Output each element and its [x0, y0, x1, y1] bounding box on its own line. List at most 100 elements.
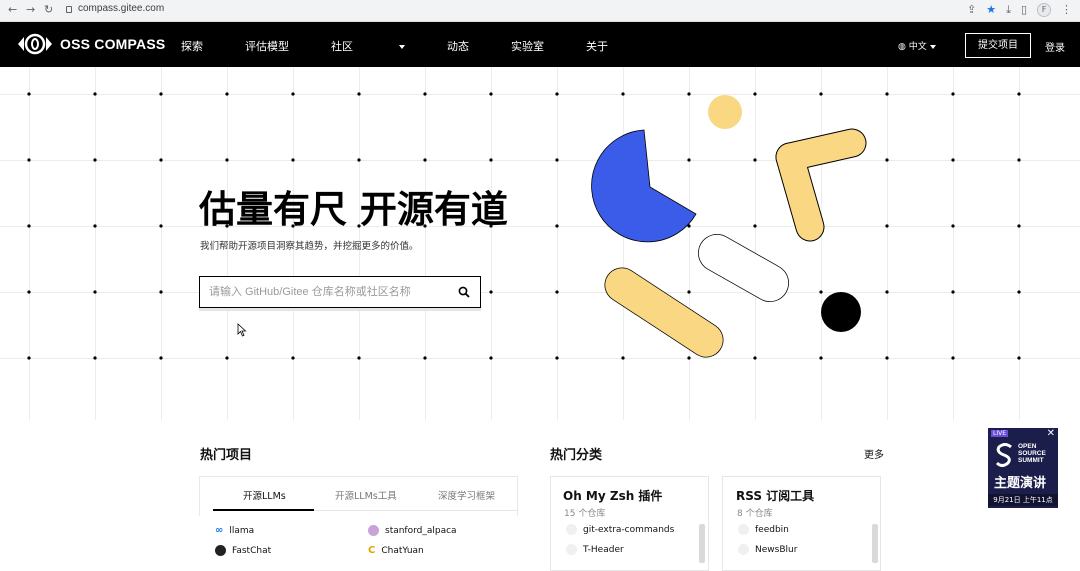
tab-open-llms[interactable]: 开源LLMs — [243, 488, 286, 502]
grid-dot — [489, 158, 493, 162]
grid-dot — [555, 158, 559, 162]
black-circle — [821, 292, 861, 332]
live-badge: LIVE — [991, 430, 1009, 437]
grid-dot — [93, 92, 97, 96]
hot-projects-title: 热门项目 — [200, 448, 253, 463]
category-item-name: git-extra-commands — [583, 524, 675, 535]
forward-icon[interactable]: → — [26, 3, 35, 16]
grid-dot — [93, 290, 97, 294]
grid-dot — [951, 356, 955, 360]
sidepanel-icon[interactable]: ▯ — [1021, 3, 1027, 17]
yellow-chevron — [775, 128, 867, 242]
grid-dot — [555, 356, 559, 360]
chatyuan-icon: C — [368, 545, 376, 556]
grid-dot — [27, 356, 31, 360]
category-title: Oh My Zsh 插件 — [563, 489, 663, 503]
tab-deep-learning[interactable]: 深度学习框架 — [438, 488, 495, 502]
repo-icon — [738, 524, 749, 535]
grid-dot — [225, 356, 229, 360]
repo-icon — [566, 524, 577, 535]
project-item[interactable]: FastChat — [215, 545, 271, 556]
blue-pacman-shape — [591, 129, 697, 243]
grid-dot — [951, 92, 955, 96]
grid-dot — [225, 158, 229, 162]
globe-icon: ◍ — [898, 42, 906, 52]
grid-dot — [159, 356, 163, 360]
category-scrollbar[interactable] — [699, 524, 705, 563]
search-box — [199, 276, 481, 308]
chevron-down-icon — [929, 44, 936, 49]
nav-community[interactable]: 社区 — [331, 38, 405, 54]
bookmark-star-icon[interactable]: ★ — [986, 3, 996, 17]
grid-dot — [423, 356, 427, 360]
yellow-small-circle — [708, 95, 742, 129]
grid-dot — [27, 158, 31, 162]
download-icon[interactable]: ⤓ — [1006, 3, 1011, 17]
grid-dot — [423, 158, 427, 162]
hero-subtitle: 我们帮助开源项目洞察其趋势，并挖掘更多的价值。 — [200, 241, 419, 252]
ad-date: 9月21日 上午11点 — [988, 494, 1058, 506]
grid-dot — [489, 92, 493, 96]
submit-project-button[interactable]: 提交项目 — [965, 33, 1031, 58]
login-link[interactable]: 登录 — [1045, 39, 1065, 54]
category-count: 15 个仓库 — [564, 509, 606, 519]
reload-icon[interactable]: ↻ — [44, 3, 53, 16]
menu-icon[interactable]: ⋮ — [1061, 3, 1072, 17]
nav-model[interactable]: 评估模型 — [245, 38, 289, 54]
close-icon[interactable]: ✕ — [1047, 428, 1055, 439]
grid-dots — [27, 92, 1021, 360]
address-bar[interactable]: compass.gitee.com — [78, 3, 164, 14]
grid-dot — [93, 224, 97, 228]
more-link[interactable]: 更多 — [864, 446, 884, 461]
project-item[interactable]: stanford_alpaca — [368, 525, 457, 536]
search-icon[interactable] — [458, 286, 470, 298]
search-input[interactable] — [200, 277, 440, 307]
nav-news[interactable]: 动态 — [447, 38, 469, 54]
grid-dot — [489, 356, 493, 360]
category-item[interactable]: git-extra-commands — [566, 524, 674, 535]
grid-dot — [423, 92, 427, 96]
logo[interactable]: OSS COMPASS — [18, 33, 165, 55]
grid-dot — [357, 92, 361, 96]
share-icon[interactable]: ⇪ — [967, 3, 976, 17]
grid-dot — [225, 92, 229, 96]
hero-illustration — [591, 95, 867, 358]
category-title: RSS 订阅工具 — [736, 489, 815, 503]
repo-icon — [738, 544, 749, 555]
category-scrollbar[interactable] — [872, 524, 878, 563]
grid-dot — [1017, 92, 1021, 96]
project-name: llama — [229, 525, 255, 536]
profile-avatar[interactable]: F — [1037, 3, 1051, 17]
hero-section: 估量有尺 开源有道 我们帮助开源项目洞察其趋势，并挖掘更多的价值。 — [0, 67, 1080, 420]
category-item[interactable]: T-Header — [566, 544, 624, 555]
yellow-pill — [604, 267, 724, 358]
grid-dot — [159, 224, 163, 228]
language-selector[interactable]: ◍ 中文 — [898, 39, 936, 52]
nav-community-label: 社区 — [331, 40, 353, 53]
project-item[interactable]: C ChatYuan — [368, 545, 424, 556]
back-icon[interactable]: ← — [8, 3, 17, 16]
category-item-name: NewsBlur — [755, 544, 798, 555]
nav-about[interactable]: 关于 — [586, 38, 608, 54]
nav-lab[interactable]: 实验室 — [511, 38, 544, 54]
category-item[interactable]: feedbin — [738, 524, 789, 535]
nav-explore[interactable]: 探索 — [181, 38, 203, 54]
summit-ad-banner[interactable]: LIVE ✕ OPEN SOURCE SUMMIT 主题演讲 9月21日 上午1… — [988, 428, 1058, 508]
grid-dot — [291, 356, 295, 360]
grid-dot — [1017, 224, 1021, 228]
grid-dot — [489, 290, 493, 294]
grid-dot — [951, 290, 955, 294]
project-name: FastChat — [232, 545, 272, 556]
tab-llm-tools[interactable]: 开源LLMs工具 — [335, 488, 397, 502]
grid-dot — [27, 92, 31, 96]
category-item[interactable]: NewsBlur — [738, 544, 797, 555]
project-item[interactable]: ∞ llama — [215, 525, 254, 536]
grid-dot — [555, 92, 559, 96]
grid-dot — [1017, 356, 1021, 360]
language-label: 中文 — [908, 42, 927, 52]
grid-dot — [159, 290, 163, 294]
white-pill — [698, 234, 789, 302]
chevron-down-icon — [399, 45, 405, 49]
category-item-name: T-Header — [583, 544, 624, 555]
active-tab-indicator — [213, 509, 314, 511]
